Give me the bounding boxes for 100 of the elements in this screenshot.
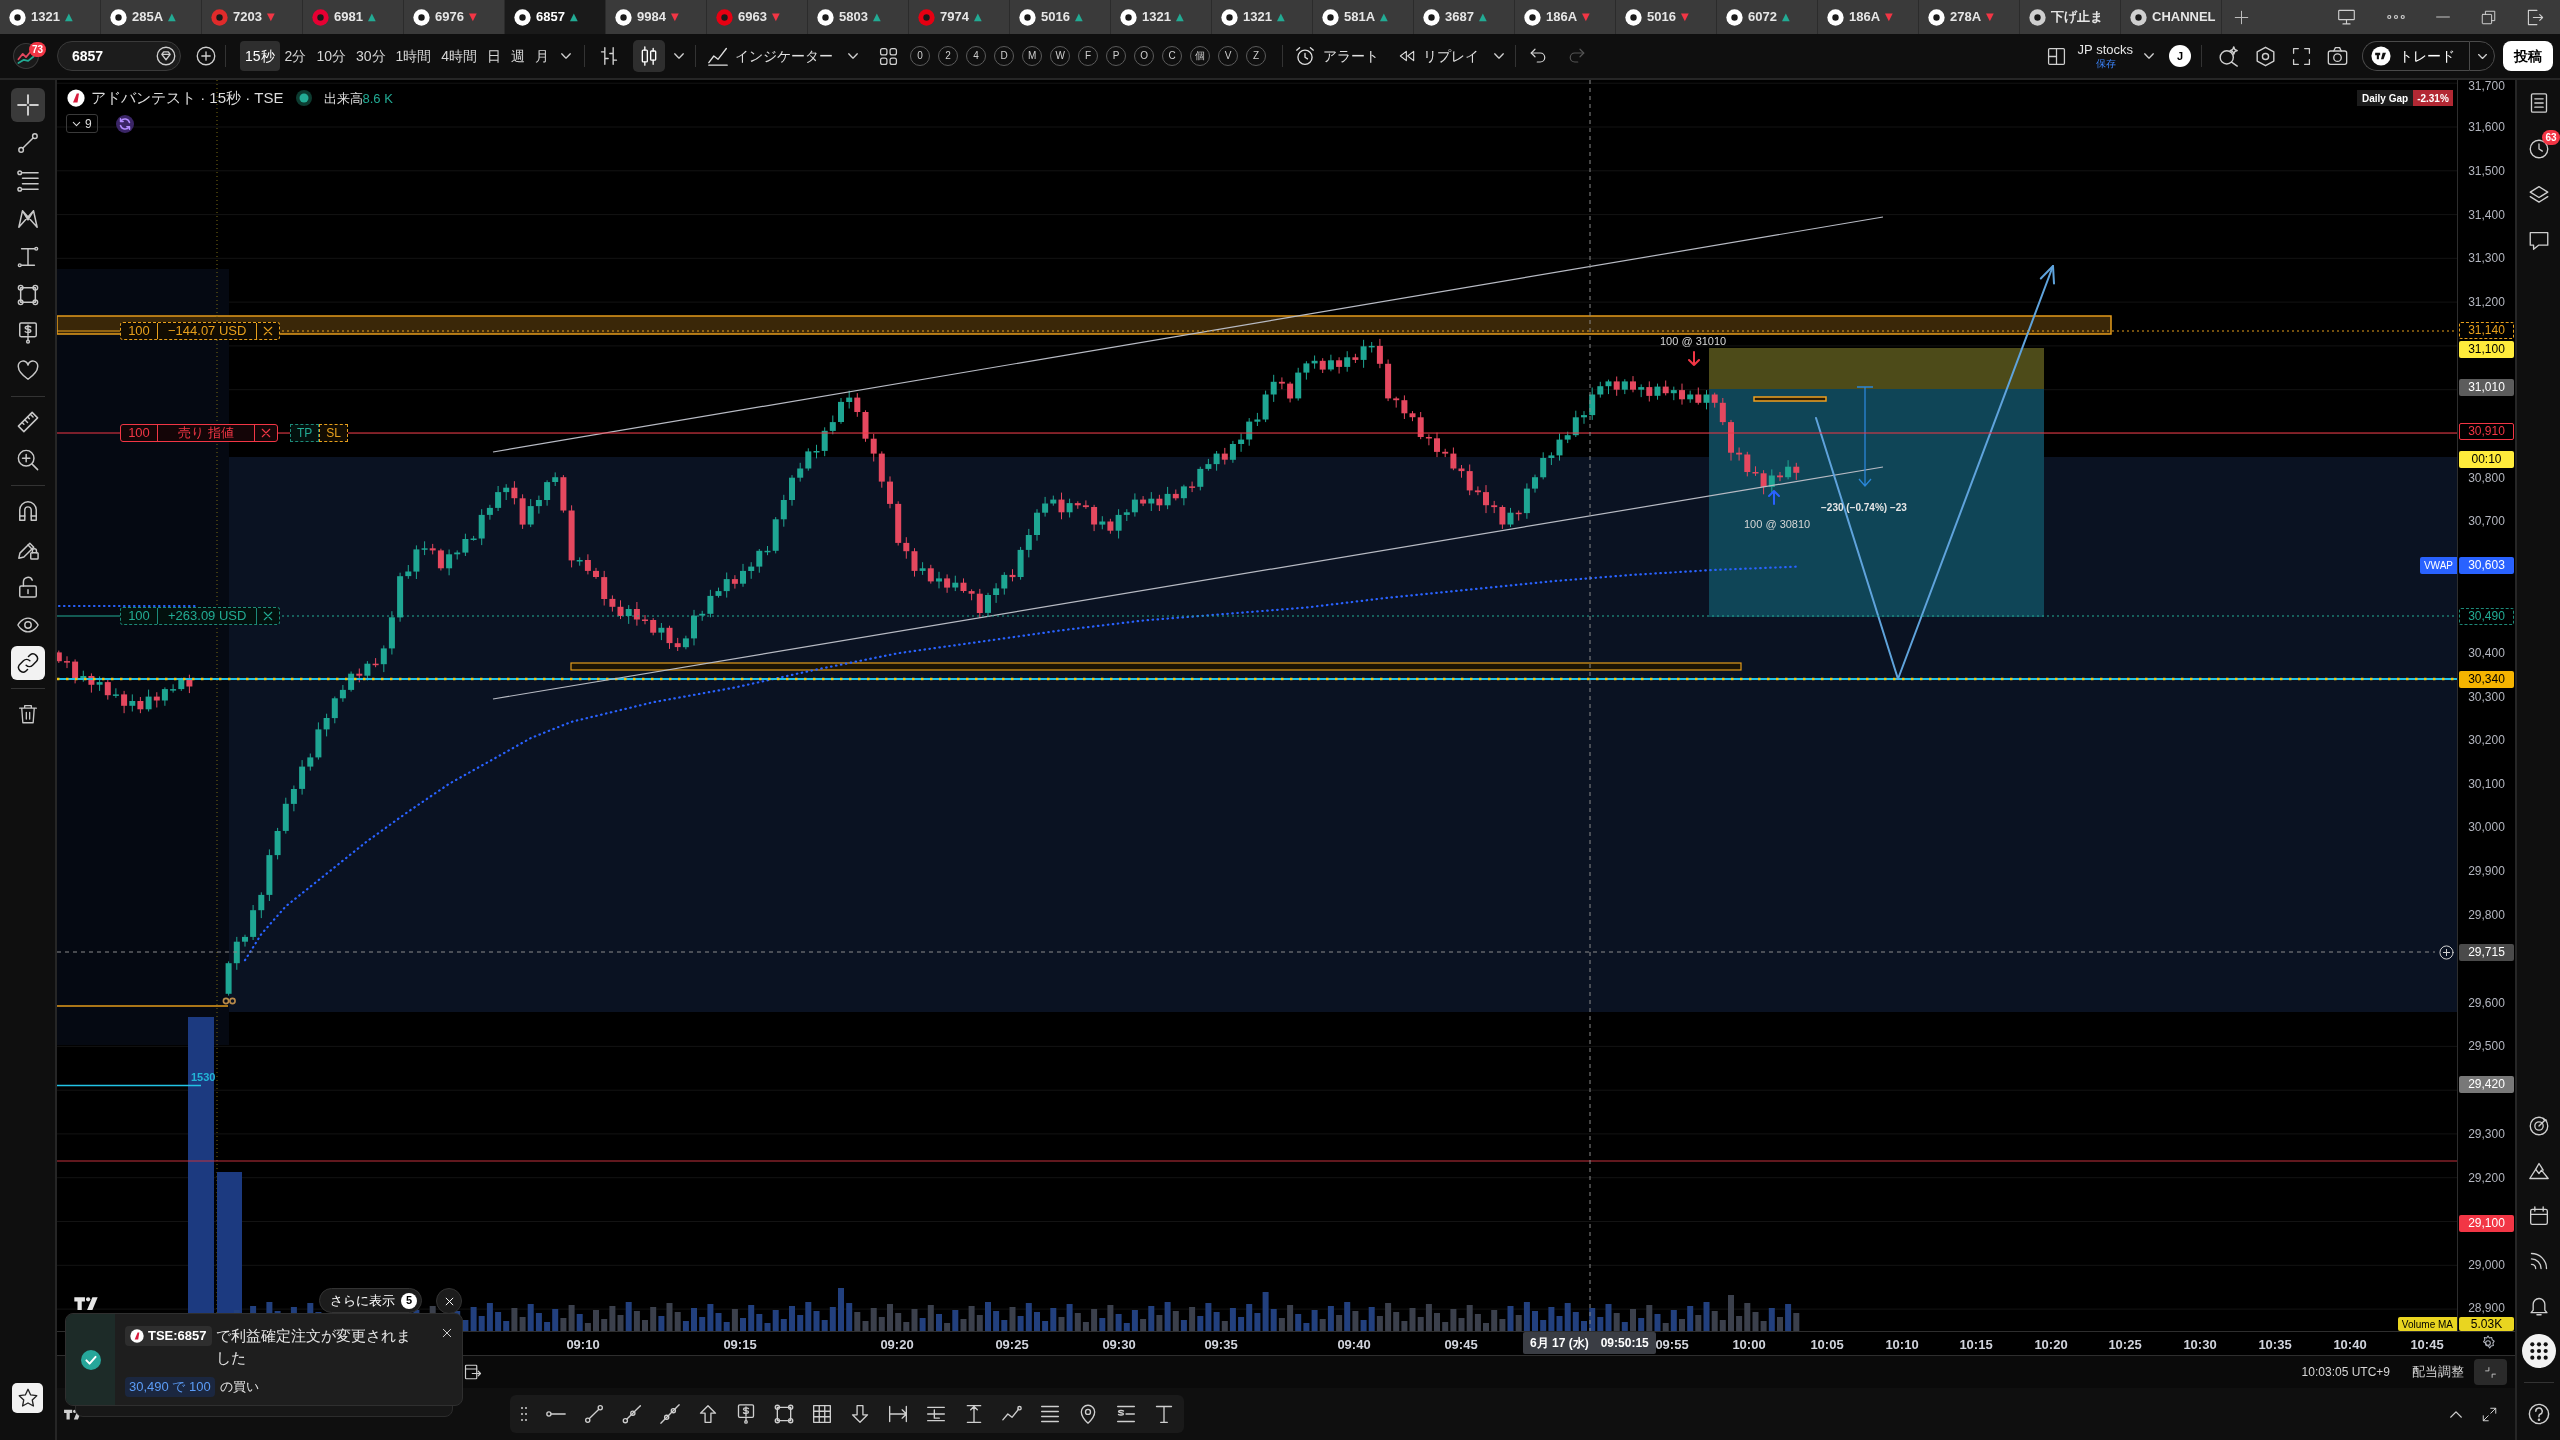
layout-button[interactable]: JP stocks 保存	[2077, 43, 2133, 69]
order-label[interactable]: 100 売り 指値	[120, 424, 278, 442]
indicators-toggle-button[interactable]: 9	[66, 114, 98, 133]
clock-label[interactable]: 10:03:05 UTC+9	[2301, 1363, 2390, 1381]
order-chip[interactable]: 30,490 で 100	[125, 1377, 215, 1397]
trend-arrow: ▲	[1276, 12, 1285, 22]
user-avatar[interactable]: J	[2169, 45, 2191, 67]
trend-arrow: ▼	[1680, 12, 1689, 22]
pin-icon[interactable]	[1078, 1404, 1098, 1424]
price-range-icon[interactable]	[964, 1404, 984, 1424]
close-icon[interactable]	[261, 428, 271, 438]
more-icon[interactable]	[2387, 14, 2405, 20]
drag-handle-icon[interactable]	[520, 1404, 528, 1424]
expand-icon[interactable]	[2482, 1406, 2497, 1422]
eye-icon	[16, 614, 39, 636]
interval-button[interactable]: 4時間	[436, 41, 483, 71]
time-tick-label: 10:00	[1731, 1336, 1767, 1354]
toggle-button[interactable]	[10, 646, 45, 680]
tv-logo-icon	[2371, 46, 2391, 66]
logo-icon	[2130, 8, 2147, 26]
logo-icon	[2029, 8, 2046, 26]
close-icon[interactable]	[263, 326, 274, 336]
interval-button[interactable]: 10分	[311, 41, 351, 71]
layout-icon[interactable]	[2046, 46, 2066, 66]
camera-icon[interactable]	[2327, 46, 2348, 66]
close-icon[interactable]	[263, 611, 274, 621]
caret-down-icon[interactable]	[560, 52, 573, 60]
monitor-icon[interactable]	[2337, 8, 2356, 26]
dollar-pin-icon	[16, 322, 39, 344]
volume-label: 出来高	[323, 89, 363, 108]
sidebar-button[interactable]: 63	[2520, 129, 2557, 169]
tool-button[interactable]	[10, 88, 45, 122]
maximize-button[interactable]	[2474, 1359, 2507, 1385]
price-tick-label: 31,600	[2467, 119, 2506, 136]
interval-button[interactable]: 1時間	[390, 41, 437, 71]
fullscreen-icon[interactable]	[2292, 46, 2311, 66]
vertical-bracket-icon	[16, 246, 39, 268]
arrow-up-icon[interactable]	[698, 1404, 718, 1424]
settings-icon[interactable]	[2480, 1335, 2496, 1351]
extended-line-icon[interactable]	[660, 1404, 680, 1424]
link-icon	[16, 652, 39, 674]
apps-grid-icon	[2528, 1341, 2549, 1361]
symbol-tab[interactable]: 6857 ▲	[505, 0, 606, 34]
plus-icon[interactable]	[2234, 9, 2249, 25]
restore-icon[interactable]	[2481, 9, 2496, 25]
alert-button[interactable]: アラート	[1295, 41, 1380, 71]
plus-circle-icon[interactable]	[2439, 945, 2454, 960]
interval-button[interactable]: 日	[482, 41, 507, 71]
bracket-button[interactable]: SL	[319, 424, 349, 442]
time-tick-label: 10:05	[1809, 1336, 1845, 1354]
symbol-chip[interactable]: TSE:6857	[125, 1326, 212, 1346]
order-label[interactable]: 100 +263.09 USD	[120, 607, 281, 625]
trend-arrow: ▼	[266, 12, 275, 22]
settings-icon[interactable]	[2255, 45, 2276, 67]
exit-icon[interactable]	[2527, 8, 2544, 26]
date-range-icon[interactable]	[888, 1404, 908, 1424]
price-tick-label: 31,500	[2467, 163, 2506, 180]
chart-type-button[interactable]	[633, 40, 666, 72]
arrow-down-icon[interactable]	[850, 1404, 870, 1424]
unlock-icon	[16, 576, 39, 598]
table-icon[interactable]	[812, 1404, 832, 1424]
text-icon[interactable]	[1154, 1404, 1174, 1424]
symbol-search-field[interactable]: 6857	[57, 41, 181, 71]
trend-line-icon[interactable]	[584, 1404, 604, 1424]
logo-icon	[1120, 8, 1137, 26]
interval-button[interactable]: 2分	[279, 41, 312, 71]
ray-icon[interactable]	[622, 1404, 642, 1424]
grid-icon[interactable]	[879, 46, 899, 66]
interval-button[interactable]: 週	[506, 41, 531, 71]
interval-button[interactable]: 15秒	[240, 41, 280, 71]
logo-icon	[817, 8, 834, 26]
order-value: +263.09 USD	[157, 608, 257, 624]
favorites-button[interactable]	[12, 1383, 43, 1413]
undo-icon[interactable]	[1529, 47, 1548, 65]
rectangle-icon[interactable]	[774, 1404, 794, 1424]
dollar-pin-icon[interactable]	[736, 1404, 756, 1424]
interval-button[interactable]: 月	[530, 41, 555, 71]
caret-down-icon[interactable]	[673, 52, 686, 60]
notification-badge: 73	[29, 42, 47, 57]
price-note-icon[interactable]	[1116, 1404, 1136, 1424]
search-sparkle-icon[interactable]	[2218, 45, 2239, 67]
bracket-button[interactable]: TP	[290, 424, 320, 442]
publish-button[interactable]: 投稿	[2503, 41, 2553, 71]
caret-down-icon[interactable]	[847, 52, 860, 60]
plus-circle-icon[interactable]	[196, 46, 216, 66]
go-to-date-icon[interactable]	[464, 1363, 482, 1381]
caret-down-icon[interactable]	[1493, 52, 1506, 60]
refresh-icon[interactable]	[115, 114, 134, 133]
interval-button[interactable]: 30分	[350, 41, 391, 71]
horizontal-lines-icon[interactable]	[926, 1404, 946, 1424]
adjustment-toggle[interactable]: 配当調整	[2412, 1362, 2464, 1382]
indicators-button[interactable]: インジケーター	[708, 41, 834, 71]
caret-down-icon[interactable]	[2143, 52, 2155, 60]
parallel-lines-icon[interactable]	[1040, 1404, 1060, 1424]
price-label: 30,910	[2459, 422, 2514, 440]
replay-button[interactable]: リプレイ	[1399, 41, 1480, 71]
time-tick-label: 09:20	[879, 1336, 915, 1354]
order-label[interactable]: 100 −144.07 USD	[120, 322, 281, 340]
caret-up-icon[interactable]	[2449, 1409, 2463, 1419]
loop-marker-icon	[222, 997, 236, 1005]
